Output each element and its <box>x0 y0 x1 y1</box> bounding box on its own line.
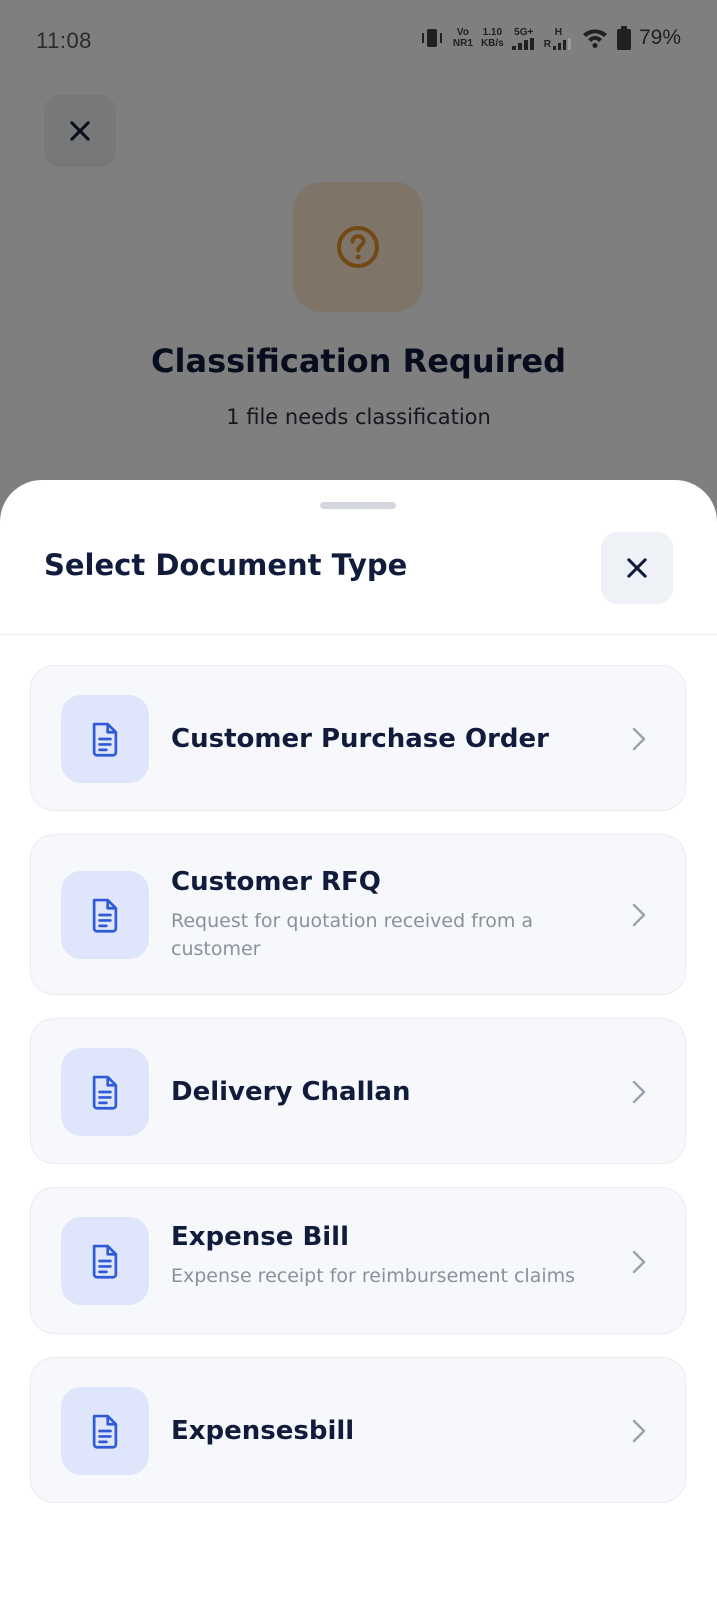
close-icon <box>627 558 647 578</box>
document-icon <box>92 722 118 757</box>
sheet-close-button[interactable] <box>601 532 673 604</box>
document-icon-tile <box>61 1217 149 1305</box>
document-type-sheet: Select Document Type Customer Purchase O… <box>0 480 717 1600</box>
document-type-title: Expense Bill <box>171 1222 350 1252</box>
sheet-drag-handle[interactable] <box>320 502 396 509</box>
document-type-item[interactable]: Expense Bill Expense receipt for reimbur… <box>30 1187 686 1334</box>
data-speed: 1.10 KB/s <box>480 27 504 49</box>
document-type-title: Delivery Challan <box>171 1077 411 1107</box>
document-icon <box>92 1414 118 1449</box>
status-icons: Vo NR1 1.10 KB/s 5G+ H R 79% <box>419 26 681 50</box>
sheet-title: Select Document Type <box>44 548 408 582</box>
battery-percent: 79% <box>638 26 681 49</box>
document-type-title: Customer Purchase Order <box>171 724 549 754</box>
document-type-item[interactable]: Expensesbill <box>30 1357 686 1503</box>
signal-h: H R <box>544 27 573 50</box>
chevron-right-icon <box>629 1078 649 1106</box>
document-icon <box>92 1244 118 1279</box>
wifi-icon <box>582 29 607 48</box>
battery-icon <box>616 26 631 50</box>
chevron-right-icon <box>629 1248 649 1276</box>
signal-5g: 5G+ <box>511 27 536 50</box>
document-type-title: Customer RFQ <box>171 867 381 897</box>
chevron-right-icon <box>629 725 649 753</box>
vibrate-icon <box>421 29 442 47</box>
document-icon <box>92 1075 118 1110</box>
signal-icon <box>511 37 534 50</box>
document-icon-tile <box>61 1048 149 1136</box>
document-type-item[interactable]: Customer RFQ Request for quotation recei… <box>30 834 686 995</box>
status-time: 11:08 <box>36 28 92 53</box>
chevron-right-icon <box>629 901 649 929</box>
signal-weak-icon <box>552 37 571 50</box>
document-type-title: Expensesbill <box>171 1416 355 1446</box>
document-type-item[interactable]: Customer Purchase Order <box>30 665 686 811</box>
document-type-item[interactable]: Delivery Challan <box>30 1018 686 1164</box>
volte-indicator: Vo NR1 <box>452 27 473 49</box>
document-icon <box>92 898 118 933</box>
document-type-description: Request for quotation received from a cu… <box>171 910 534 960</box>
document-icon-tile <box>61 1387 149 1475</box>
chevron-right-icon <box>629 1417 649 1445</box>
sheet-divider <box>0 634 717 635</box>
document-icon-tile <box>61 871 149 959</box>
document-icon-tile <box>61 695 149 783</box>
document-type-description: Expense receipt for reimbursement claims <box>171 1265 576 1287</box>
status-bar: 11:08 Vo NR1 1.10 KB/s 5G+ H R 79% <box>0 0 717 84</box>
